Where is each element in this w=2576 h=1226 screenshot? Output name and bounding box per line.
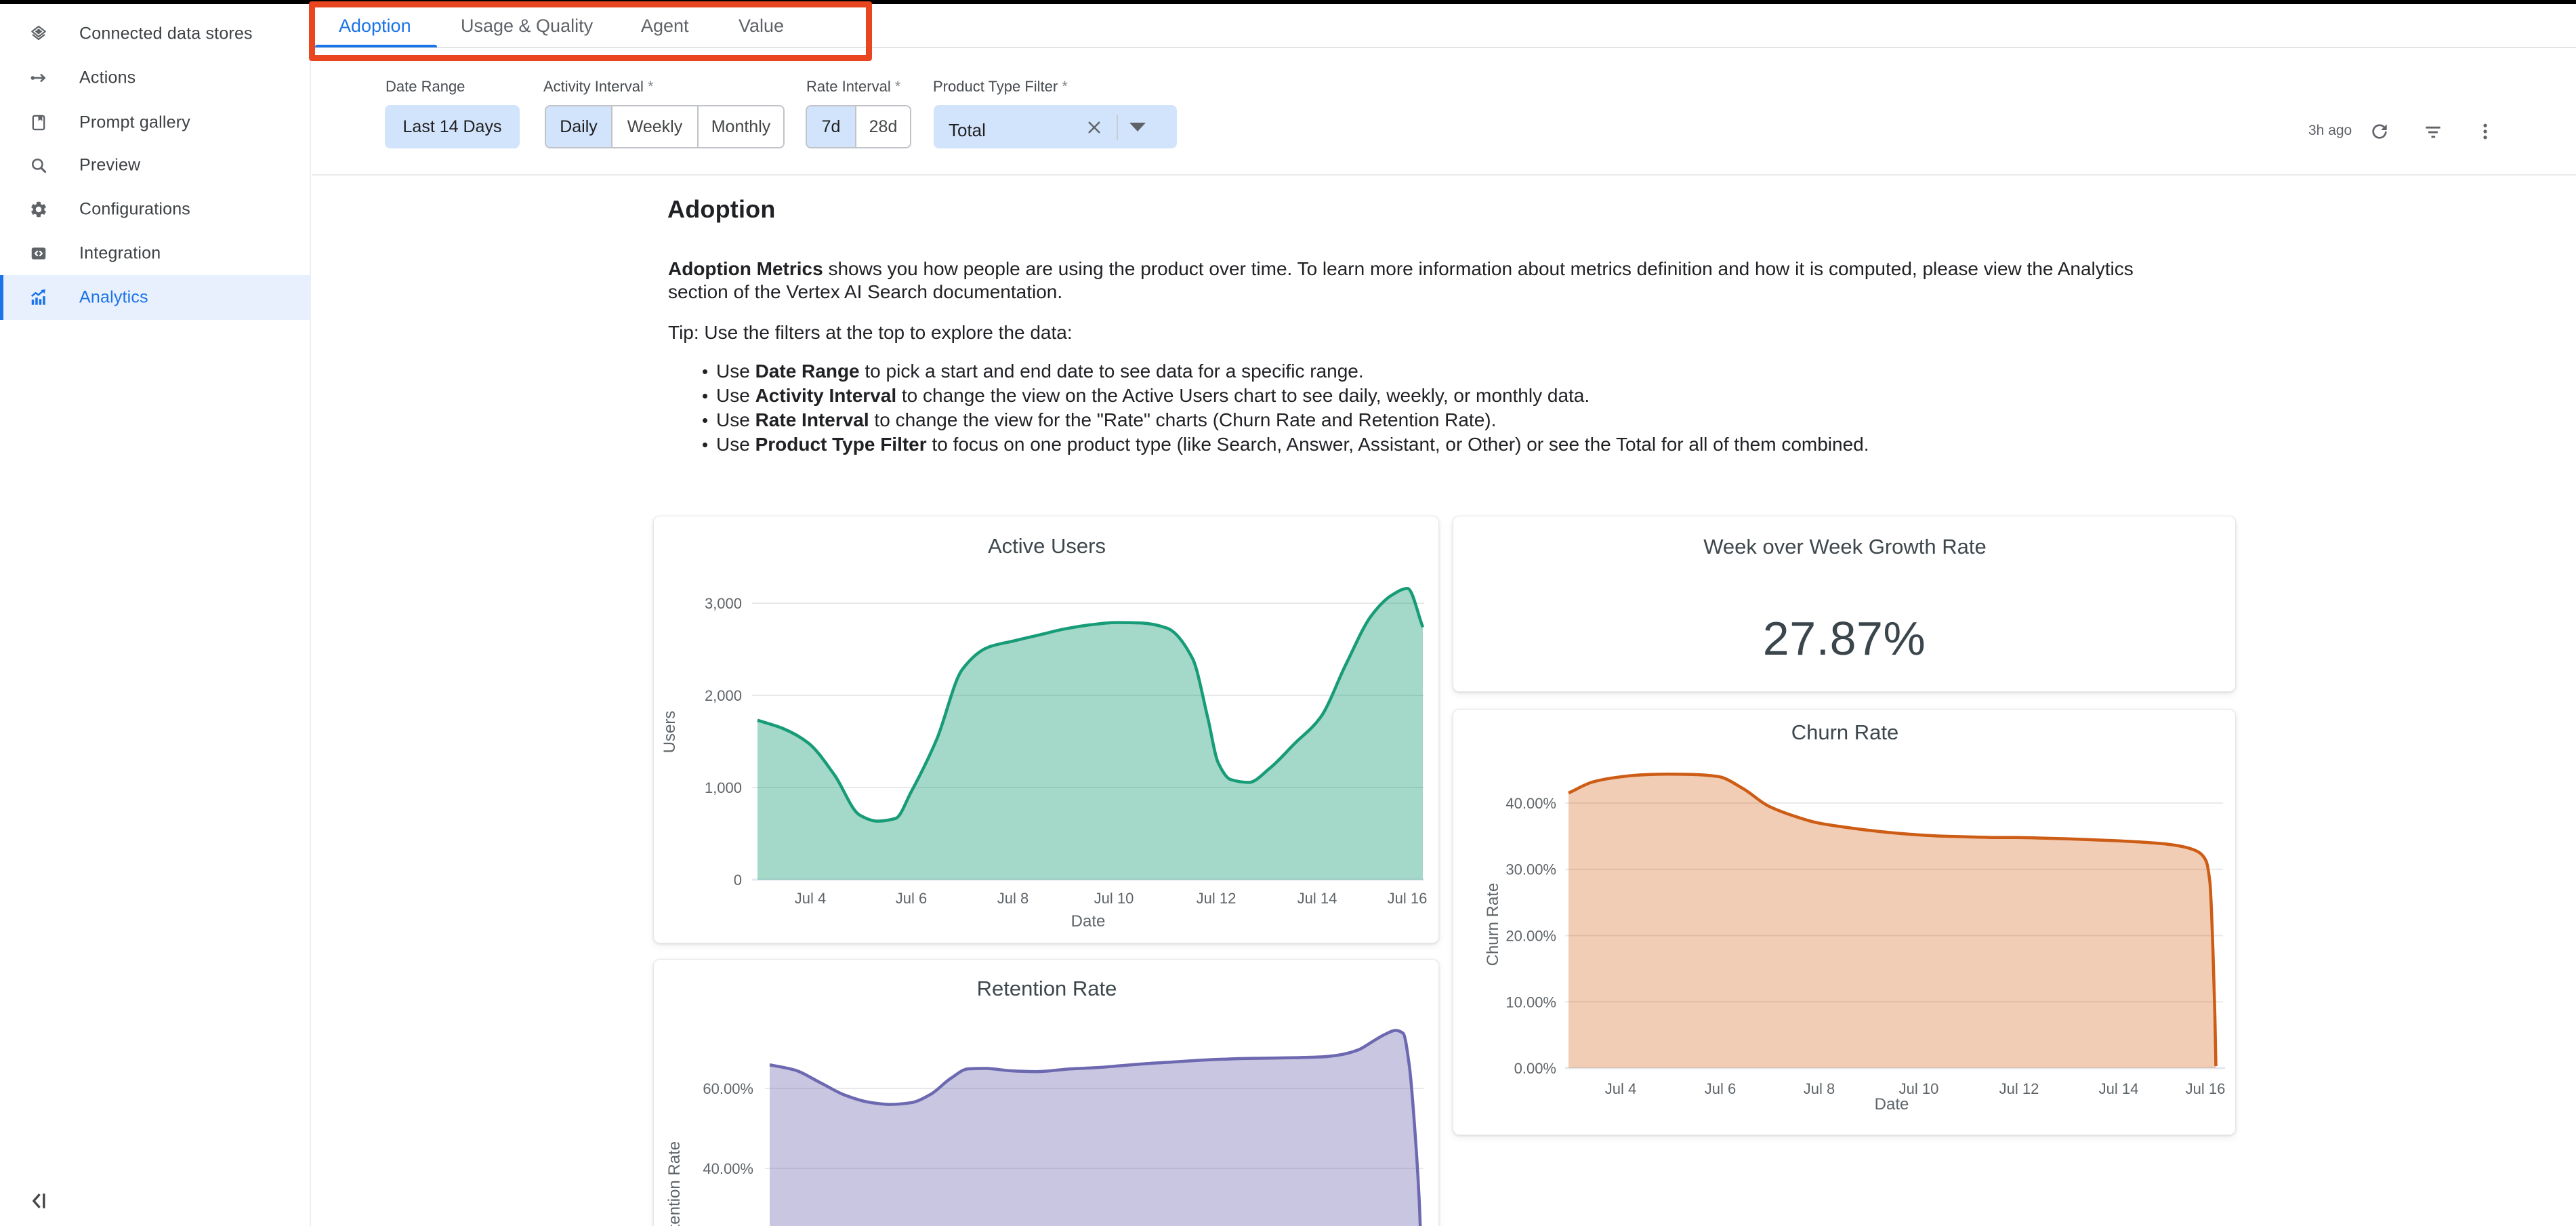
svg-text:Retention Rate: Retention Rate [665, 1141, 684, 1226]
svg-text:3,000: 3,000 [705, 595, 742, 612]
svg-text:Jul 10: Jul 10 [1094, 890, 1134, 907]
svg-text:Churn Rate: Churn Rate [1791, 720, 1899, 744]
svg-text:Jul 14: Jul 14 [1297, 890, 1337, 907]
svg-text:Date: Date [1875, 1095, 1909, 1113]
svg-text:Jul 6: Jul 6 [1705, 1080, 1736, 1097]
svg-text:10.00%: 10.00% [1505, 994, 1556, 1010]
svg-text:Jul 16: Jul 16 [1388, 890, 1428, 907]
svg-text:Date: Date [1071, 912, 1106, 931]
svg-text:Users: Users [661, 711, 679, 754]
svg-text:Jul 6: Jul 6 [896, 890, 927, 907]
svg-text:20.00%: 20.00% [1505, 928, 1556, 945]
svg-text:0.00%: 0.00% [1514, 1060, 1556, 1077]
svg-text:40.00%: 40.00% [1505, 795, 1556, 812]
svg-text:2,000: 2,000 [705, 687, 742, 704]
svg-text:30.00%: 30.00% [1505, 861, 1556, 878]
svg-text:Jul 14: Jul 14 [2099, 1080, 2139, 1097]
svg-text:40.00%: 40.00% [703, 1160, 753, 1177]
svg-text:1,000: 1,000 [705, 779, 742, 796]
svg-text:Jul 12: Jul 12 [1999, 1080, 2039, 1097]
svg-text:0: 0 [734, 872, 742, 888]
svg-text:Churn Rate: Churn Rate [1484, 883, 1502, 966]
svg-text:60.00%: 60.00% [703, 1080, 753, 1097]
svg-text:Jul 4: Jul 4 [1605, 1080, 1636, 1097]
svg-text:Week over Week Growth Rate: Week over Week Growth Rate [1703, 535, 1987, 558]
svg-text:Jul 12: Jul 12 [1197, 890, 1237, 907]
svg-text:Jul 8: Jul 8 [997, 890, 1029, 907]
svg-text:Jul 16: Jul 16 [2186, 1080, 2226, 1097]
svg-text:Jul 4: Jul 4 [795, 890, 826, 907]
svg-text:Jul 8: Jul 8 [1804, 1080, 1835, 1097]
svg-text:Retention Rate: Retention Rate [977, 977, 1117, 1000]
svg-text:Active Users: Active Users [988, 534, 1106, 558]
